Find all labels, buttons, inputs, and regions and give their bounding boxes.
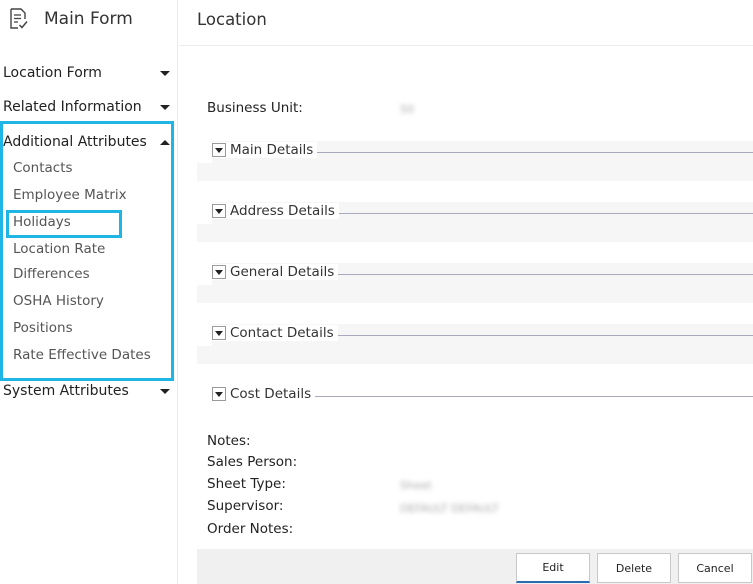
chevron-up-icon (160, 139, 170, 145)
main-content: Location Business Unit: 50 Main Details … (179, 0, 753, 584)
section-contact-details: Contact Details (197, 324, 753, 364)
nav-section-label: System Attributes (3, 383, 129, 399)
business-unit-value: 50 (400, 103, 414, 116)
chevron-down-icon (215, 391, 223, 397)
section-label: Address Details (230, 203, 335, 219)
sheet-type-label: Sheet Type: (207, 476, 286, 492)
delete-button[interactable]: Delete (597, 553, 671, 583)
sales-person-label: Sales Person: (207, 454, 298, 470)
collapse-toggle-button[interactable] (212, 204, 226, 218)
sidebar-item-holidays[interactable]: Holidays (13, 214, 71, 230)
collapse-toggle-button[interactable] (212, 387, 226, 401)
nav-section-additional-attributes[interactable]: Additional Attributes (0, 131, 178, 153)
sidebar-item-differences[interactable]: Differences (13, 266, 90, 282)
section-label: General Details (230, 264, 335, 280)
edit-button[interactable]: Edit (516, 553, 590, 583)
chevron-down-icon (160, 104, 170, 110)
supervisor-label: Supervisor: (207, 498, 284, 514)
nav-section-label: Related Information (3, 99, 142, 115)
section-label: Cost Details (230, 386, 312, 402)
sidebar-item-employee-matrix[interactable]: Employee Matrix (13, 187, 127, 203)
nav-section-system-attributes[interactable]: System Attributes (0, 380, 178, 402)
form-document-icon (10, 8, 28, 29)
section-cost-details: Cost Details (197, 385, 753, 425)
sidebar: Main Form Location Form Related Informat… (0, 0, 178, 584)
page-title: Location (197, 10, 267, 29)
section-main-details: Main Details (197, 141, 753, 181)
chevron-down-icon (160, 70, 170, 76)
title-divider (179, 45, 753, 46)
chevron-down-icon (215, 147, 223, 153)
chevron-down-icon (215, 330, 223, 336)
business-unit-label: Business Unit: (207, 100, 303, 116)
sidebar-header: Main Form (8, 6, 133, 32)
sidebar-title: Main Form (44, 9, 133, 29)
cancel-button[interactable]: Cancel (678, 553, 752, 583)
supervisor-value: DEFAULT DEFAULT (400, 502, 499, 515)
notes-label: Notes: (207, 433, 251, 449)
sheet-type-value: Sheet (400, 479, 432, 492)
nav-section-location-form[interactable]: Location Form (0, 62, 178, 84)
collapse-toggle-button[interactable] (212, 326, 226, 340)
section-label: Contact Details (230, 325, 334, 341)
chevron-down-icon (160, 388, 170, 394)
section-label: Main Details (230, 142, 314, 158)
chevron-down-icon (215, 208, 223, 214)
nav-section-label: Location Form (3, 65, 102, 81)
order-notes-label: Order Notes: (207, 521, 294, 537)
nav-section-related-information[interactable]: Related Information (0, 96, 178, 118)
section-general-details: General Details (197, 263, 753, 303)
sidebar-item-rate-effective-dates[interactable]: Rate Effective Dates (13, 347, 151, 363)
collapse-toggle-button[interactable] (212, 265, 226, 279)
sidebar-item-location-rate[interactable]: Location Rate (13, 241, 105, 257)
nav-section-label: Additional Attributes (3, 134, 147, 150)
sidebar-item-contacts[interactable]: Contacts (13, 160, 73, 176)
chevron-down-icon (215, 269, 223, 275)
sidebar-item-osha-history[interactable]: OSHA History (13, 293, 104, 309)
section-address-details: Address Details (197, 202, 753, 242)
collapse-toggle-button[interactable] (212, 143, 226, 157)
sidebar-item-positions[interactable]: Positions (13, 320, 73, 336)
